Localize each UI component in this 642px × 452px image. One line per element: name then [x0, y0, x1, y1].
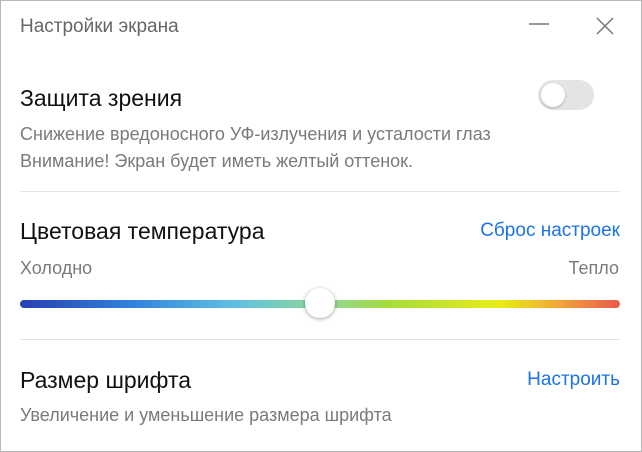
- display-settings-window: Настройки экрана Защита зрения Снижение …: [0, 0, 642, 452]
- configure-font-size-link[interactable]: Настроить: [527, 369, 620, 391]
- font-size-description: Увеличение и уменьшение размера шрифта: [20, 405, 392, 425]
- font-size-heading: Размер шрифта: [20, 367, 192, 393]
- font-size-section: Размер шрифта Настроить Увеличение и уме…: [20, 1, 620, 451]
